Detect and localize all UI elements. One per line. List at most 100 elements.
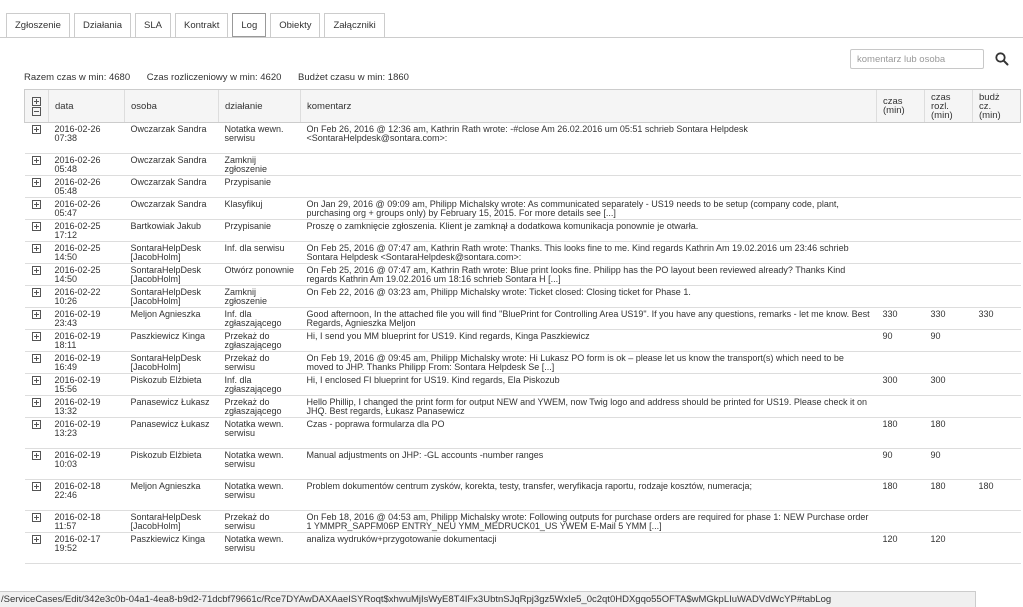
tab-kontrakt[interactable]: Kontrakt <box>175 13 229 37</box>
row-expand-cell[interactable] <box>24 175 49 198</box>
cell-osoba: Meljon Agnieszka <box>124 307 219 330</box>
row-expand-cell[interactable] <box>24 510 49 533</box>
table-row[interactable]: 2016-02-19 13:32 Panasewicz Łukasz Przekaż… <box>24 395 1021 418</box>
table-row[interactable]: 2016-02-19 18:11 Paszkiewicz Kinga Przekaż… <box>24 329 1021 352</box>
row-expand-cell[interactable] <box>24 329 49 352</box>
cell-data: 2016-02-25 17:12 <box>48 219 125 242</box>
cell-budz <box>972 417 1021 449</box>
table-row[interactable]: 2016-02-19 16:49 SontaraHelpDesk [JacobHo… <box>24 351 1021 374</box>
table-row[interactable]: 2016-02-25 14:50 SontaraHelpDesk [JacobHo… <box>24 263 1021 286</box>
row-expand-cell[interactable] <box>24 241 49 264</box>
expand-row-icon[interactable] <box>32 513 41 522</box>
table-row[interactable]: 2016-02-26 05:48 Owczarzak Sandra Zamknij … <box>24 153 1021 176</box>
expand-row-icon[interactable] <box>32 482 41 491</box>
cell-komentarz: Hi, I send you MM blueprint for US19. Ki… <box>300 329 877 352</box>
cell-data: 2016-02-26 05:48 <box>48 153 125 176</box>
cell-czas: 90 <box>876 329 925 352</box>
cell-czas <box>876 197 925 220</box>
row-expand-cell[interactable] <box>24 373 49 396</box>
row-expand-cell[interactable] <box>24 122 49 154</box>
table-row[interactable]: 2016-02-19 15:56 Piskozub Elżbieta Inf. dl… <box>24 373 1021 396</box>
table-row[interactable]: 2016-02-25 17:12 Bartkowiak Jakub Przypisa… <box>24 219 1021 242</box>
tab-dzialania[interactable]: Działania <box>73 13 132 37</box>
row-expand-cell[interactable] <box>24 448 49 480</box>
col-header-budz[interactable]: budż cz. (min) <box>972 89 1021 123</box>
cell-czas-rozl: 120 <box>924 532 973 564</box>
expand-all-header[interactable] <box>24 89 49 123</box>
cell-czas <box>876 285 925 308</box>
expand-row-icon[interactable] <box>32 178 41 187</box>
expand-all-icon[interactable] <box>32 96 41 106</box>
row-expand-cell[interactable] <box>24 479 49 511</box>
col-header-data[interactable]: data <box>48 89 125 123</box>
cell-osoba: SontaraHelpDesk [JacobHolm] <box>124 285 219 308</box>
col-header-czas-rozl[interactable]: czas rozl. (min) <box>924 89 973 123</box>
row-expand-cell[interactable] <box>24 351 49 374</box>
expand-row-icon[interactable] <box>32 535 41 544</box>
tab-obiekty[interactable]: Obiekty <box>270 13 321 37</box>
row-expand-cell[interactable] <box>24 395 49 418</box>
cell-czas-rozl: 90 <box>924 448 973 480</box>
cell-osoba: Owczarzak Sandra <box>124 153 219 176</box>
table-row[interactable]: 2016-02-19 13:23 Panasewicz Łukasz Notatka… <box>24 417 1021 449</box>
row-expand-cell[interactable] <box>24 263 49 286</box>
table-row[interactable]: 2016-02-19 23:43 Meljon Agnieszka Inf. dla… <box>24 307 1021 330</box>
cell-budz <box>972 219 1021 242</box>
expand-row-icon[interactable] <box>32 451 41 460</box>
table-row[interactable]: 2016-02-17 19:52 Paszkiewicz Kinga Notatka… <box>24 532 1021 564</box>
tab-zgloszenie[interactable]: Zgłoszenie <box>6 13 70 37</box>
table-row[interactable]: 2016-02-22 10:26 SontaraHelpDesk [JacobHo… <box>24 285 1021 308</box>
cell-komentarz: On Feb 25, 2016 @ 07:47 am, Kathrin Rath… <box>300 263 877 286</box>
expand-row-icon[interactable] <box>32 125 41 134</box>
search-input[interactable] <box>850 49 984 69</box>
cell-dzialanie: Przekaż do serwisu <box>218 510 301 533</box>
expand-row-icon[interactable] <box>32 310 41 319</box>
table-row[interactable]: 2016-02-18 11:57 SontaraHelpDesk [JacobHo… <box>24 510 1021 533</box>
table-row[interactable]: 2016-02-18 22:46 Meljon Agnieszka Notatka … <box>24 479 1021 511</box>
cell-budz <box>972 373 1021 396</box>
expand-row-icon[interactable] <box>32 420 41 429</box>
expand-row-icon[interactable] <box>32 398 41 407</box>
col-header-komentarz[interactable]: komentarz <box>300 89 877 123</box>
expand-row-icon[interactable] <box>32 244 41 253</box>
search-icon[interactable] <box>994 51 1010 67</box>
expand-row-icon[interactable] <box>32 354 41 363</box>
cell-czas: 90 <box>876 448 925 480</box>
table-row[interactable]: 2016-02-19 10:03 Piskozub Elżbieta Notatka… <box>24 448 1021 480</box>
cell-budz: 330 <box>972 307 1021 330</box>
collapse-all-icon[interactable] <box>32 106 41 116</box>
tab-sla[interactable]: SLA <box>135 13 171 37</box>
row-expand-cell[interactable] <box>24 307 49 330</box>
row-expand-cell[interactable] <box>24 417 49 449</box>
expand-row-icon[interactable] <box>32 332 41 341</box>
cell-budz <box>972 175 1021 198</box>
row-expand-cell[interactable] <box>24 532 49 564</box>
expand-row-icon[interactable] <box>32 156 41 165</box>
row-expand-cell[interactable] <box>24 153 49 176</box>
cell-czas-rozl <box>924 197 973 220</box>
expand-row-icon[interactable] <box>32 266 41 275</box>
cell-data: 2016-02-22 10:26 <box>48 285 125 308</box>
table-row[interactable]: 2016-02-26 05:48 Owczarzak Sandra Przypisa… <box>24 175 1021 198</box>
expand-row-icon[interactable] <box>32 200 41 209</box>
col-header-osoba[interactable]: osoba <box>124 89 219 123</box>
cell-komentarz: Manual adjustments on JHP: -GL accounts … <box>300 448 877 480</box>
tab-zalaczniki[interactable]: Załączniki <box>324 13 385 37</box>
row-expand-cell[interactable] <box>24 285 49 308</box>
time-budget: Budżet czasu w min: 1860 <box>298 72 409 83</box>
row-expand-cell[interactable] <box>24 197 49 220</box>
table-row[interactable]: 2016-02-26 07:38 Owczarzak Sandra Notatka … <box>24 122 1021 154</box>
table-row[interactable]: 2016-02-25 14:50 SontaraHelpDesk [JacobHo… <box>24 241 1021 264</box>
cell-czas <box>876 263 925 286</box>
cell-osoba: SontaraHelpDesk [JacobHolm] <box>124 510 219 533</box>
row-expand-cell[interactable] <box>24 219 49 242</box>
cell-czas-rozl <box>924 263 973 286</box>
cell-komentarz <box>300 175 877 198</box>
table-row[interactable]: 2016-02-26 05:47 Owczarzak Sandra Klasyfik… <box>24 197 1021 220</box>
expand-row-icon[interactable] <box>32 376 41 385</box>
col-header-dzialanie[interactable]: działanie <box>218 89 301 123</box>
col-header-czas[interactable]: czas (min) <box>876 89 925 123</box>
expand-row-icon[interactable] <box>32 222 41 231</box>
tab-log[interactable]: Log <box>232 13 267 37</box>
expand-row-icon[interactable] <box>32 288 41 297</box>
